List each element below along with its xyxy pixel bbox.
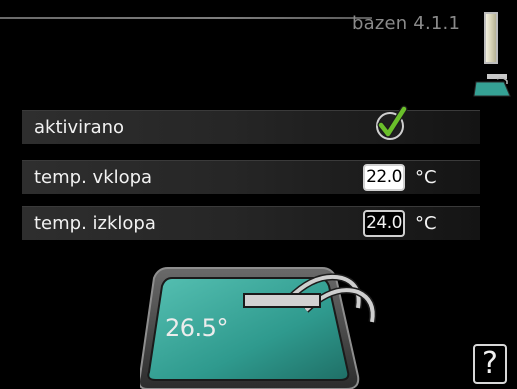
temp-vklopa-value-field[interactable]: 22.0 bbox=[363, 164, 405, 191]
pool-mini-icon bbox=[473, 74, 511, 97]
menu-scrollbar[interactable] bbox=[484, 12, 498, 64]
page-title: bazen 4.1.1 bbox=[352, 13, 461, 34]
setting-label: temp. izklopa bbox=[34, 213, 156, 234]
temp-izklopa-value-field[interactable]: 24.0 bbox=[363, 210, 405, 237]
setting-row-aktivirano[interactable]: aktivirano bbox=[22, 105, 480, 144]
help-button[interactable]: ? bbox=[473, 344, 507, 384]
setting-row-temp-izklopa[interactable]: temp. izklopa 24.0 °C bbox=[22, 206, 480, 240]
header-divider bbox=[0, 17, 372, 19]
setting-label: aktivirano bbox=[34, 117, 125, 138]
pool-temperature: 26.5° bbox=[165, 314, 228, 342]
setting-row-temp-vklopa[interactable]: temp. vklopa 22.0 °C bbox=[22, 160, 480, 194]
checkmark-icon[interactable] bbox=[371, 104, 409, 142]
screen: bazen 4.1.1 aktivirano temp. vklopa 22.0… bbox=[0, 0, 517, 389]
unit-label: °C bbox=[415, 213, 437, 234]
setting-label: temp. vklopa bbox=[34, 167, 153, 188]
unit-label: °C bbox=[415, 167, 437, 188]
help-icon: ? bbox=[482, 346, 498, 381]
